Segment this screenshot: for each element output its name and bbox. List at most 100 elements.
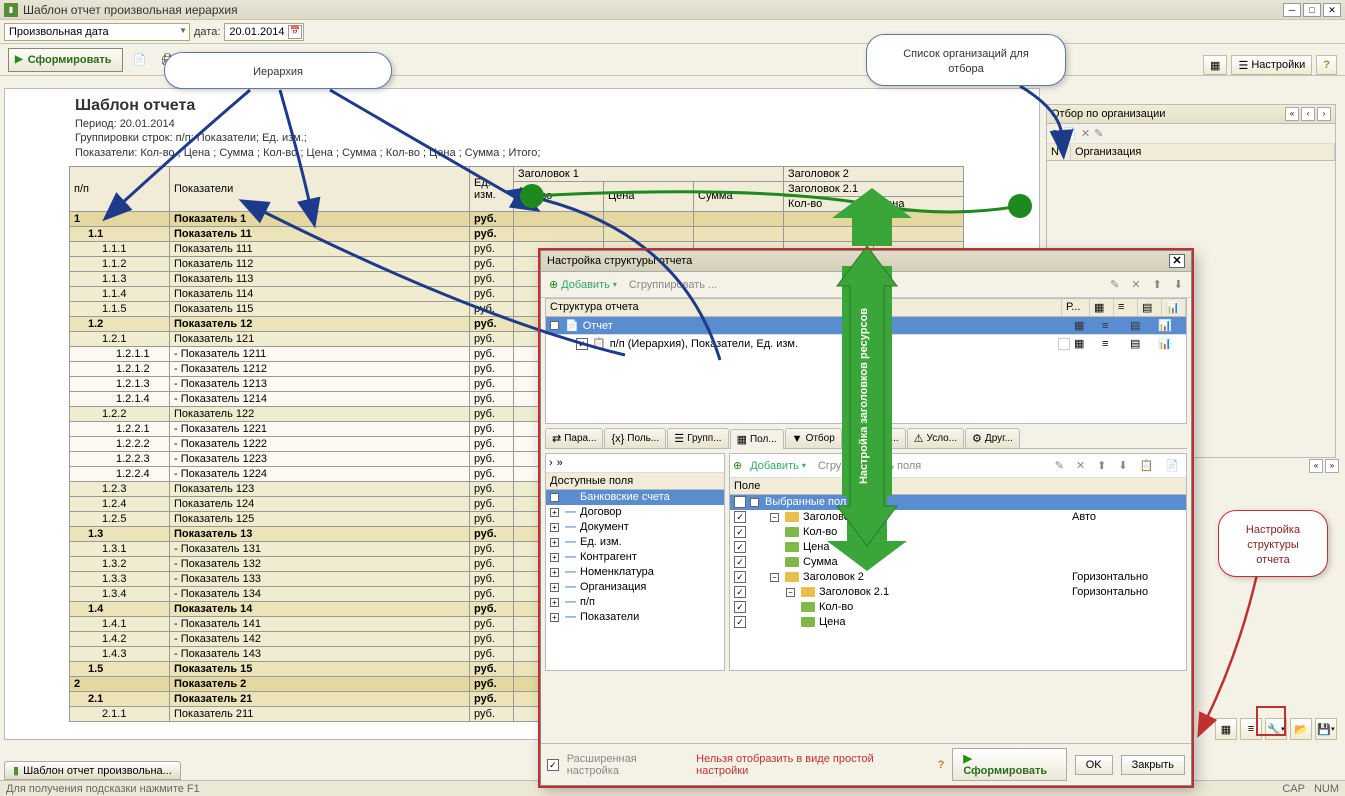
struct-fields-node[interactable]: п/п (Иерархия), Показатели, Ед. изм. bbox=[610, 338, 1054, 350]
open-icon[interactable]: 📂 bbox=[1290, 718, 1312, 740]
table-view-icon[interactable]: ▦ bbox=[1203, 55, 1227, 75]
bubble-orgs: Список организаций для отбора bbox=[866, 34, 1066, 86]
tab-3[interactable]: ▦Пол... bbox=[730, 429, 784, 449]
maximize-button[interactable]: □ bbox=[1303, 3, 1321, 17]
field-icon bbox=[801, 617, 815, 627]
grid-icon[interactable]: ▦ bbox=[1215, 718, 1237, 740]
available-field[interactable]: +—Документ bbox=[546, 520, 724, 535]
tab-7[interactable]: ⚙Друг... bbox=[965, 428, 1020, 448]
tab-2[interactable]: ☰Групп... bbox=[667, 428, 728, 448]
form-button[interactable]: ▶Сформировать bbox=[8, 48, 123, 72]
ok-button[interactable]: OK bbox=[1075, 755, 1113, 775]
minimize-button[interactable]: ─ bbox=[1283, 3, 1301, 17]
copy-icon[interactable]: 📄 bbox=[1063, 127, 1077, 140]
org-col-n: N bbox=[1047, 144, 1071, 160]
group-button[interactable]: Сгруппировать ... bbox=[625, 277, 721, 293]
available-field[interactable]: +—Номенклатура bbox=[546, 565, 724, 580]
copy-f-icon[interactable]: 📋 bbox=[1136, 457, 1158, 474]
date-input[interactable]: 20.01.2014📅 bbox=[224, 23, 304, 41]
calendar-icon[interactable]: 📅 bbox=[288, 25, 302, 39]
bubble-struct: Настройка структуры отчета bbox=[1218, 510, 1328, 577]
tab-icon: ⚙ bbox=[972, 432, 982, 445]
available-field[interactable]: +—Контрагент bbox=[546, 550, 724, 565]
selected-field[interactable]: ✓Сумма bbox=[730, 555, 1186, 570]
help-icon[interactable]: ? bbox=[938, 759, 945, 771]
date-toolbar: Произвольная дата дата: 20.01.2014📅 bbox=[0, 20, 1345, 44]
settings-button[interactable]: ☰ Настройки bbox=[1231, 55, 1312, 75]
delete-icon[interactable]: ✕ bbox=[1081, 127, 1090, 140]
report-period: Период: 20.01.2014 bbox=[5, 117, 1039, 131]
tab-0[interactable]: ⇄Пара... bbox=[545, 428, 603, 448]
down-f-icon[interactable]: ⬇ bbox=[1114, 457, 1131, 474]
window-tab[interactable]: ▮Шаблон отчет произвольна... bbox=[4, 761, 181, 780]
del-f-icon[interactable]: ✕ bbox=[1072, 457, 1089, 474]
collapse-icon[interactable]: − bbox=[550, 321, 559, 330]
selected-root[interactable]: ✓−Выбранные поля bbox=[730, 495, 1186, 510]
struct-report-node[interactable]: Отчет bbox=[583, 320, 1042, 332]
tabs: ⇄Пара...{x}Поль...☰Групп...▦Пол...▼Отбор… bbox=[545, 428, 1187, 449]
selected-field[interactable]: ✓Кол-во bbox=[730, 525, 1186, 540]
tab-icon: ▦ bbox=[737, 433, 747, 446]
date-mode-combo[interactable]: Произвольная дата bbox=[4, 23, 190, 41]
close-button[interactable]: ✕ bbox=[1323, 3, 1341, 17]
add-icon[interactable]: ⊕ bbox=[1050, 127, 1059, 140]
add-field-btn[interactable]: Добавить▾ bbox=[746, 458, 810, 474]
selected-field[interactable]: ✓Кол-во bbox=[730, 600, 1186, 615]
down-icon[interactable]: ⬇ bbox=[1170, 276, 1187, 293]
structure-tree[interactable]: Структура отчета Р... ▦≡▤📊 − 📄 Отчет ▦≡▤… bbox=[545, 298, 1187, 424]
nav-first-icon[interactable]: « bbox=[1285, 107, 1299, 121]
window-tabs: ▮Шаблон отчет произвольна... bbox=[4, 761, 181, 780]
selected-field[interactable]: ✓Цена bbox=[730, 540, 1186, 555]
ext-checkbox[interactable]: ✓ bbox=[547, 759, 559, 771]
dialog-form-button[interactable]: ▶ Сформировать bbox=[952, 748, 1066, 781]
status-hint: Для получения подсказки нажмите F1 bbox=[6, 783, 200, 795]
available-field[interactable]: +—Организация bbox=[546, 580, 724, 595]
available-field[interactable]: +—Договор bbox=[546, 505, 724, 520]
nav-prev-icon[interactable]: ‹ bbox=[1301, 107, 1315, 121]
available-field[interactable]: +—Показатели bbox=[546, 610, 724, 625]
wrench-icon[interactable]: 🔧▾ bbox=[1265, 718, 1287, 740]
up-icon[interactable]: ⬆ bbox=[1149, 276, 1166, 293]
col-h2: Заголовок 2 bbox=[784, 166, 964, 181]
up-f-icon[interactable]: ⬆ bbox=[1093, 457, 1110, 474]
add-field-icon[interactable]: ⊕ bbox=[733, 459, 742, 472]
ext-label: Расширенная настройка bbox=[567, 753, 688, 777]
selected-field[interactable]: ✓−Заголовок 1Авто bbox=[730, 510, 1186, 525]
available-field[interactable]: +—Ед. изм. bbox=[546, 535, 724, 550]
tab-icon: ⇄ bbox=[552, 432, 561, 445]
selected-field[interactable]: ✓−Заголовок 2Горизонтально bbox=[730, 570, 1186, 585]
expand-icon[interactable]: › bbox=[549, 457, 553, 469]
tab-6[interactable]: ⚠Усло... bbox=[907, 428, 964, 448]
selected-field[interactable]: ✓Цена bbox=[730, 615, 1186, 630]
available-field[interactable]: +—Банковские счета bbox=[546, 490, 724, 505]
available-field[interactable]: +—п/п bbox=[546, 595, 724, 610]
add-button[interactable]: ⊕Добавить▾ bbox=[545, 276, 621, 293]
panel-nav-first[interactable]: « bbox=[1309, 459, 1323, 473]
node-checkbox[interactable]: ✓ bbox=[576, 338, 588, 350]
bottom-toolbar: ▦ ≡ 🔧▾ 📂 💾▾ bbox=[1215, 718, 1337, 740]
paste-f-icon[interactable]: 📄 bbox=[1161, 457, 1183, 474]
panel-nav-last[interactable]: » bbox=[1325, 459, 1339, 473]
nav-next-icon[interactable]: › bbox=[1317, 107, 1331, 121]
window-title: Шаблон отчет произвольная иерархия bbox=[23, 3, 1281, 17]
edit-icon[interactable]: ✎ bbox=[1094, 127, 1103, 140]
edit-f-icon[interactable]: ✎ bbox=[1051, 457, 1068, 474]
dialog-close-icon[interactable]: ✕ bbox=[1169, 254, 1185, 268]
group-fields-btn[interactable]: Сгруппировать поля bbox=[814, 458, 925, 474]
expand-all-icon[interactable]: » bbox=[557, 457, 563, 469]
report-groupings: Группировки строк: п/п; Показатели; Ед. … bbox=[5, 131, 1039, 145]
refresh-icon[interactable]: 📄 bbox=[129, 49, 151, 71]
tab-5[interactable]: ⇅Сорти... bbox=[843, 428, 906, 448]
list-icon[interactable]: ≡ bbox=[1240, 718, 1262, 740]
close-button[interactable]: Закрыть bbox=[1121, 755, 1185, 775]
del-icon[interactable]: ✕ bbox=[1127, 276, 1144, 293]
selected-field[interactable]: ✓−Заголовок 2.1Горизонтально bbox=[730, 585, 1186, 600]
help-icon[interactable]: ? bbox=[1316, 55, 1337, 75]
warn-label: Нельзя отобразить в виде простой настрой… bbox=[696, 753, 921, 777]
table-row[interactable]: 1Показатель 1руб. bbox=[70, 211, 964, 226]
tab-1[interactable]: {x}Поль... bbox=[604, 428, 666, 448]
save-icon[interactable]: 💾▾ bbox=[1315, 718, 1337, 740]
tab-4[interactable]: ▼Отбор bbox=[785, 428, 842, 448]
table-row[interactable]: 1.1Показатель 11руб. bbox=[70, 226, 964, 241]
edit-icon[interactable]: ✎ bbox=[1106, 276, 1123, 293]
